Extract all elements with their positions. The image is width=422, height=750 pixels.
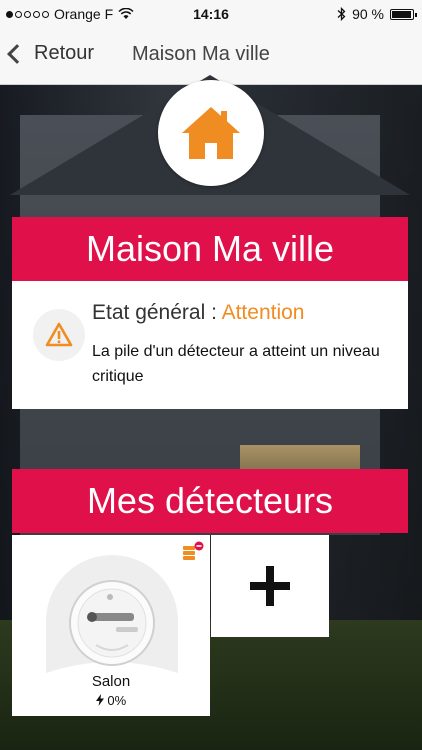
back-button[interactable]: Retour <box>7 42 95 65</box>
chevron-left-icon <box>7 43 27 64</box>
status-message: La pile d'un détecteur a atteint un nive… <box>92 343 380 385</box>
warning-badge <box>33 309 85 361</box>
general-status-label: Etat général : <box>92 301 222 324</box>
plus-icon <box>250 566 290 606</box>
battery-percent: 90 % <box>352 6 384 22</box>
battery-low-icon <box>183 541 204 560</box>
status-card: Etat général : Attention La pile d'un dé… <box>12 281 408 409</box>
detector-battery: 0% <box>12 693 210 708</box>
bluetooth-icon <box>337 7 346 21</box>
home-title-header: Maison Ma ville <box>12 217 408 281</box>
battery-icon <box>390 8 417 20</box>
house-icon <box>182 107 240 159</box>
add-detector-button[interactable] <box>211 535 329 637</box>
bolt-icon <box>95 694 104 706</box>
battery-area: 90 % <box>337 6 417 22</box>
back-label: Retour <box>34 42 95 64</box>
general-status: Etat général : Attention <box>92 301 305 325</box>
home-title: Maison Ma ville <box>85 228 335 269</box>
status-bar: Orange F 14:16 90 % <box>0 0 422 28</box>
detector-battery-value: 0% <box>107 693 127 708</box>
nav-title: Maison Ma ville <box>132 43 270 65</box>
detector-card-salon[interactable]: Salon 0% <box>12 535 210 716</box>
general-status-value: Attention <box>221 301 305 324</box>
home-badge <box>158 80 264 186</box>
detectors-header: Mes détecteurs <box>12 469 408 533</box>
smoke-detector-icon <box>46 555 178 673</box>
warning-icon <box>45 322 73 347</box>
detector-name: Salon <box>91 673 131 690</box>
detectors-title: Mes détecteurs <box>86 480 334 521</box>
